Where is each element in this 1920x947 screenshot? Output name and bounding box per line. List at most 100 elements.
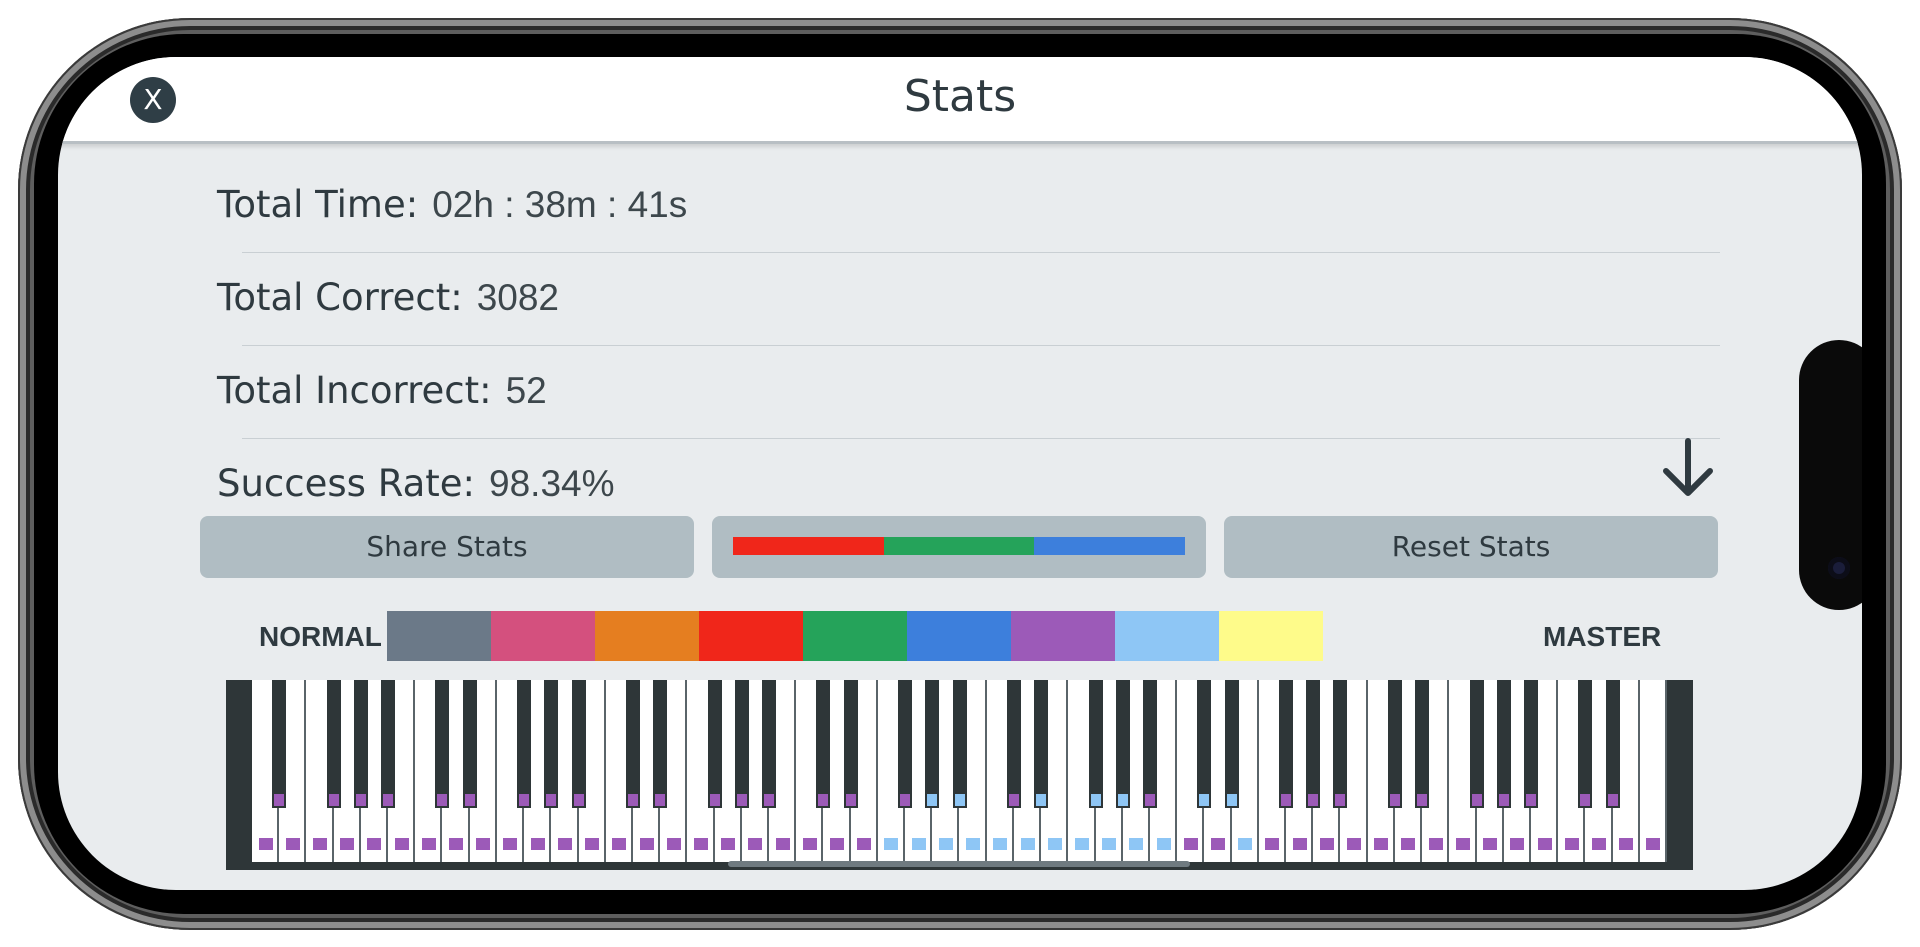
key-marker <box>258 838 273 850</box>
stats-screen: X Stats Total Time: 02h : 38m : 41s Total… <box>58 57 1862 890</box>
key-marker <box>1156 838 1171 850</box>
key-marker <box>340 838 355 850</box>
black-key[interactable] <box>435 680 450 808</box>
black-key[interactable] <box>625 680 640 808</box>
key-marker <box>1401 838 1416 850</box>
divider <box>242 438 1720 439</box>
black-key[interactable] <box>816 680 831 808</box>
level-swatch <box>699 611 803 661</box>
stat-label: Total Correct: <box>217 276 463 319</box>
key-marker <box>1144 794 1155 806</box>
black-key[interactable] <box>272 680 287 808</box>
header-bar: X Stats <box>58 57 1862 144</box>
black-key[interactable] <box>1387 680 1402 808</box>
reset-stats-button[interactable]: Reset Stats <box>1224 516 1718 578</box>
black-key[interactable] <box>762 680 777 808</box>
black-key[interactable] <box>1197 680 1212 808</box>
progress-segment <box>733 537 884 555</box>
key-marker <box>1008 794 1019 806</box>
key-marker <box>530 838 545 850</box>
level-swatch <box>1011 611 1115 661</box>
black-key[interactable] <box>1496 680 1511 808</box>
down-arrow-icon[interactable] <box>1658 437 1718 499</box>
black-key[interactable] <box>843 680 858 808</box>
key-marker <box>1525 794 1536 806</box>
black-key[interactable] <box>1469 680 1484 808</box>
black-key[interactable] <box>653 680 668 808</box>
black-key[interactable] <box>1333 680 1348 808</box>
black-key[interactable] <box>1605 680 1620 808</box>
black-key[interactable] <box>952 680 967 808</box>
page-title: Stats <box>903 71 1017 122</box>
key-marker <box>313 838 328 850</box>
key-marker <box>285 838 300 850</box>
key-marker <box>966 838 981 850</box>
level-swatch <box>387 611 491 661</box>
key-marker <box>884 838 899 850</box>
black-key[interactable] <box>1034 680 1049 808</box>
key-marker <box>1347 838 1362 850</box>
black-key[interactable] <box>1523 680 1538 808</box>
black-key[interactable] <box>1306 680 1321 808</box>
key-marker <box>802 838 817 850</box>
black-key[interactable] <box>462 680 477 808</box>
key-marker <box>1510 838 1525 850</box>
black-key[interactable] <box>1578 680 1593 808</box>
key-marker <box>857 838 872 850</box>
black-key[interactable] <box>1115 680 1130 808</box>
key-marker <box>1498 794 1509 806</box>
progress-segment <box>1034 537 1185 555</box>
level-swatch <box>907 611 1011 661</box>
black-key[interactable] <box>517 680 532 808</box>
piano-keyboard[interactable] <box>226 680 1693 870</box>
key-marker <box>1308 794 1319 806</box>
key-marker <box>627 794 638 806</box>
key-marker <box>1238 838 1253 850</box>
key-marker <box>639 838 654 850</box>
key-marker <box>1564 838 1579 850</box>
stat-value: 52 <box>505 370 547 411</box>
key-marker <box>367 838 382 850</box>
black-key[interactable] <box>1006 680 1021 808</box>
level-scale: NORMAL MASTER <box>58 611 1862 661</box>
piano-keys[interactable] <box>252 680 1667 862</box>
black-key[interactable] <box>925 680 940 808</box>
stat-success-rate: Success Rate: 98.34% <box>217 462 615 505</box>
stat-value: 02h : 38m : 41s <box>432 184 688 225</box>
white-key[interactable] <box>1640 680 1667 862</box>
black-key[interactable] <box>381 680 396 808</box>
black-key[interactable] <box>353 680 368 808</box>
key-marker <box>1537 838 1552 850</box>
black-key[interactable] <box>1142 680 1157 808</box>
black-key[interactable] <box>707 680 722 808</box>
key-marker <box>274 794 285 806</box>
key-marker <box>1199 794 1210 806</box>
key-marker <box>1090 794 1101 806</box>
black-key[interactable] <box>1088 680 1103 808</box>
key-marker <box>1210 838 1225 850</box>
key-marker <box>437 794 448 806</box>
black-key[interactable] <box>1415 680 1430 808</box>
key-marker <box>1020 838 1035 850</box>
share-stats-button[interactable]: Share Stats <box>200 516 694 578</box>
key-marker <box>818 794 829 806</box>
key-marker <box>449 838 464 850</box>
key-marker <box>1374 838 1389 850</box>
progress-panel <box>712 516 1206 578</box>
stat-label: Success Rate: <box>217 462 476 505</box>
divider <box>242 345 1720 346</box>
black-key[interactable] <box>1224 680 1239 808</box>
stat-label: Total Time: <box>217 183 419 226</box>
key-marker <box>845 794 856 806</box>
key-marker <box>1183 838 1198 850</box>
black-key[interactable] <box>898 680 913 808</box>
key-marker <box>938 838 953 850</box>
black-key[interactable] <box>571 680 586 808</box>
black-key[interactable] <box>1279 680 1294 808</box>
black-key[interactable] <box>544 680 559 808</box>
divider <box>242 252 1720 253</box>
black-key[interactable] <box>734 680 749 808</box>
key-marker <box>775 838 790 850</box>
key-marker <box>748 838 763 850</box>
black-key[interactable] <box>326 680 341 808</box>
